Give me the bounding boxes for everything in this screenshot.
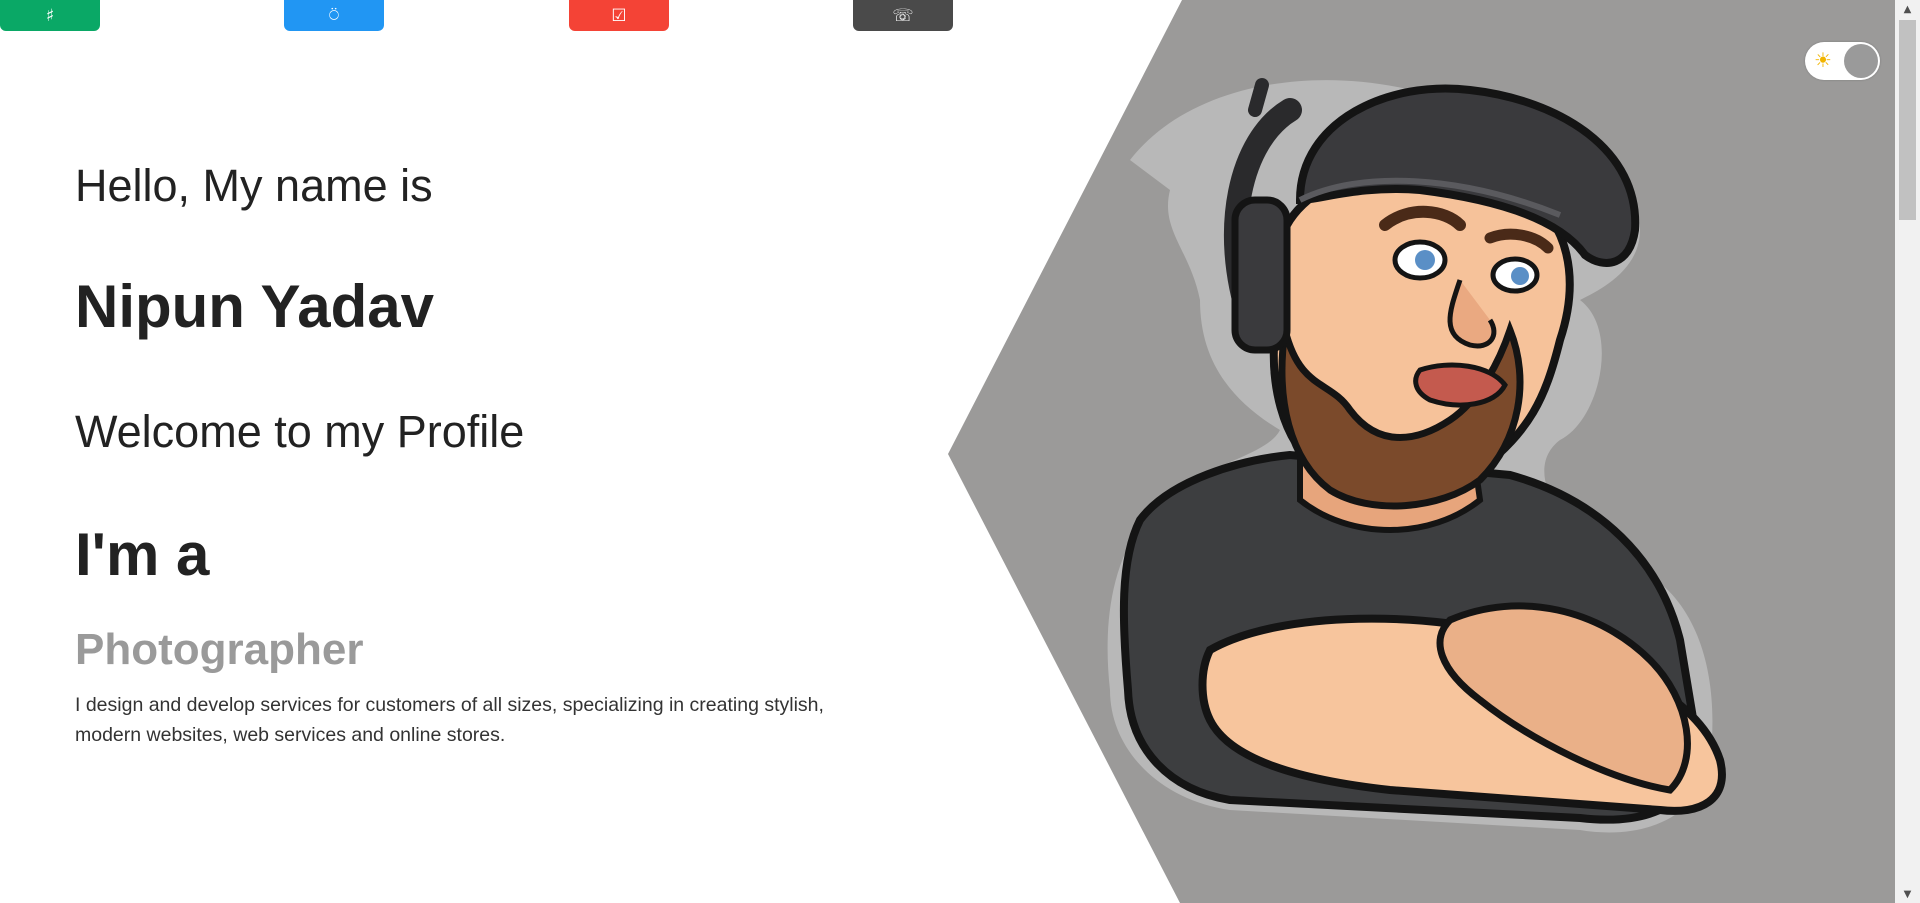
profile-icon: ⍥ bbox=[328, 5, 340, 26]
phone-icon: ☏ bbox=[892, 5, 914, 26]
tab-checkbox[interactable]: ☑ bbox=[569, 0, 669, 31]
avatar-illustration bbox=[1107, 78, 1726, 833]
checkbox-icon: ☑ bbox=[611, 5, 627, 26]
scroll-down-arrow-icon[interactable]: ▼ bbox=[1895, 885, 1920, 903]
tab-contact[interactable]: ☏ bbox=[853, 0, 953, 31]
panel-background bbox=[948, 0, 1895, 903]
tab-hash[interactable]: ♯ bbox=[0, 0, 100, 31]
hash-icon: ♯ bbox=[45, 5, 55, 26]
welcome-text: Welcome to my Profile bbox=[75, 406, 525, 457]
greeting-text: Hello, My name is bbox=[75, 160, 433, 211]
tab-profile[interactable]: ⍥ bbox=[284, 0, 384, 31]
scroll-up-arrow-icon[interactable]: ▲ bbox=[1895, 0, 1920, 18]
description-text: I design and develop services for custom… bbox=[75, 694, 824, 746]
theme-toggle[interactable]: ☀ bbox=[1805, 42, 1880, 80]
name-heading: Nipun Yadav bbox=[75, 273, 435, 340]
intro-heading: I'm a bbox=[75, 521, 210, 588]
toggle-knob bbox=[1844, 44, 1878, 78]
scrollbar-thumb[interactable] bbox=[1899, 20, 1916, 220]
role-text: Photographer bbox=[75, 625, 364, 674]
sun-icon: ☀ bbox=[1814, 50, 1832, 72]
vertical-scrollbar[interactable]: ▲ ▼ bbox=[1895, 0, 1920, 903]
